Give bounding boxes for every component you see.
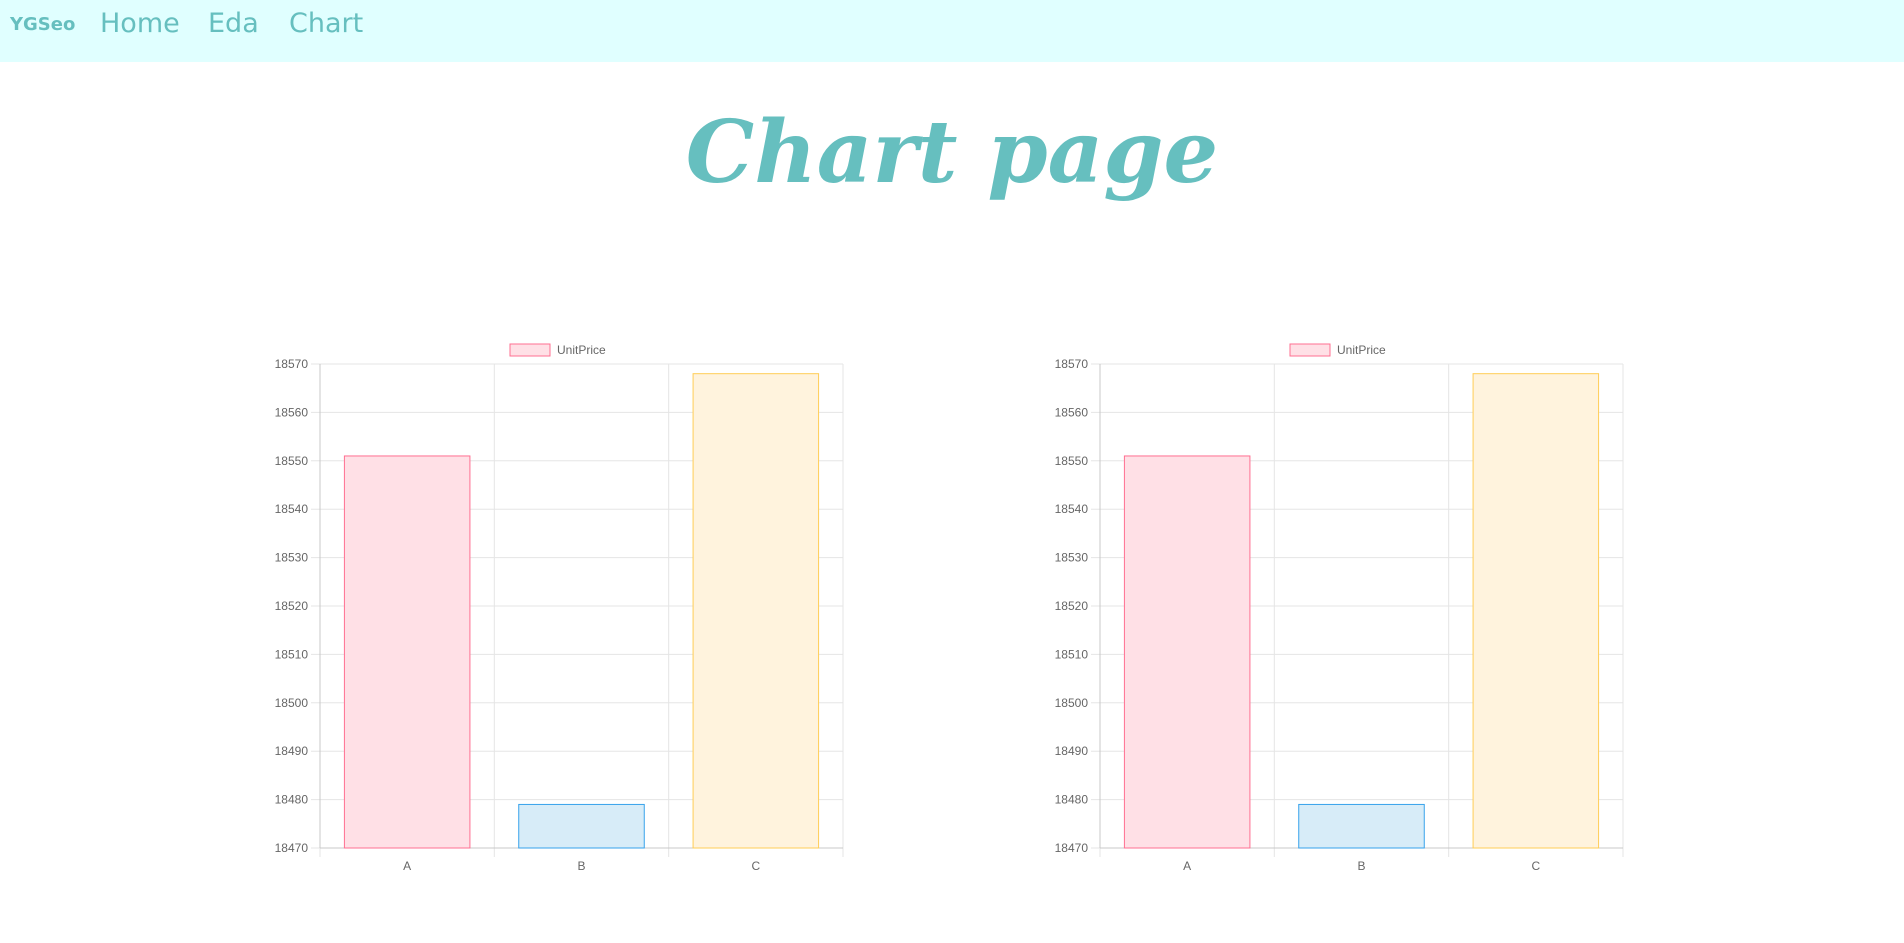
brand-link[interactable]: YGSeo [10, 14, 75, 35]
y-tick-label: 18540 [275, 502, 309, 516]
navbar: YGSeo Home Eda Chart [0, 0, 1904, 62]
y-tick-label: 18560 [275, 405, 309, 419]
bar-b[interactable] [518, 803, 645, 849]
bar-c[interactable] [1472, 373, 1600, 849]
x-tick-label: B [1357, 859, 1365, 873]
y-tick-label: 18490 [1055, 744, 1089, 758]
y-tick-label: 18500 [275, 696, 309, 710]
x-tick-label: A [1183, 859, 1191, 873]
y-tick-label: 18480 [1055, 793, 1089, 807]
x-tick-label: C [1531, 859, 1540, 873]
bar-b[interactable] [1298, 803, 1425, 849]
y-tick-label: 18470 [275, 841, 309, 855]
chart-legend[interactable]: UnitPrice [1289, 343, 1386, 357]
y-tick-label: 18570 [275, 357, 309, 371]
y-tick-label: 18550 [275, 454, 309, 468]
legend-label: UnitPrice [1337, 343, 1386, 357]
y-tick-label: 18500 [1055, 696, 1089, 710]
legend-label: UnitPrice [557, 343, 606, 357]
page-title: Chart page [685, 102, 1219, 203]
y-tick-label: 18490 [275, 744, 309, 758]
legend-swatch [509, 343, 551, 357]
x-tick-label: C [751, 859, 760, 873]
y-tick-label: 18560 [1055, 405, 1089, 419]
y-tick-label: 18520 [1055, 599, 1089, 613]
y-tick-label: 18540 [1055, 502, 1089, 516]
y-tick-label: 18530 [1055, 551, 1089, 565]
nav-link-eda[interactable]: Eda [208, 8, 259, 39]
y-tick-label: 18510 [1055, 647, 1089, 661]
nav-link-home[interactable]: Home [100, 8, 180, 39]
y-tick-label: 18520 [275, 599, 309, 613]
unit-price-chart-left: UnitPrice 18570 18560 18550 18540 18530 18520 1… [275, 343, 844, 873]
y-tick-label: 18470 [1055, 841, 1089, 855]
bar-c[interactable] [692, 373, 820, 849]
y-tick-label: 18570 [1055, 357, 1089, 371]
chart-legend[interactable]: UnitPrice [509, 343, 606, 357]
x-tick-label: A [403, 859, 411, 873]
x-tick-label: B [577, 859, 585, 873]
unit-price-chart-right: UnitPrice 18570 18560 18550 18540 18530 18520 1… [1055, 343, 1624, 873]
y-tick-label: 18530 [275, 551, 309, 565]
bar-a[interactable] [343, 455, 471, 849]
nav-link-chart[interactable]: Chart [289, 8, 363, 39]
legend-swatch [1289, 343, 1331, 357]
y-tick-label: 18480 [275, 793, 309, 807]
y-tick-label: 18550 [1055, 454, 1089, 468]
bar-a[interactable] [1123, 455, 1251, 849]
y-tick-label: 18510 [275, 647, 309, 661]
